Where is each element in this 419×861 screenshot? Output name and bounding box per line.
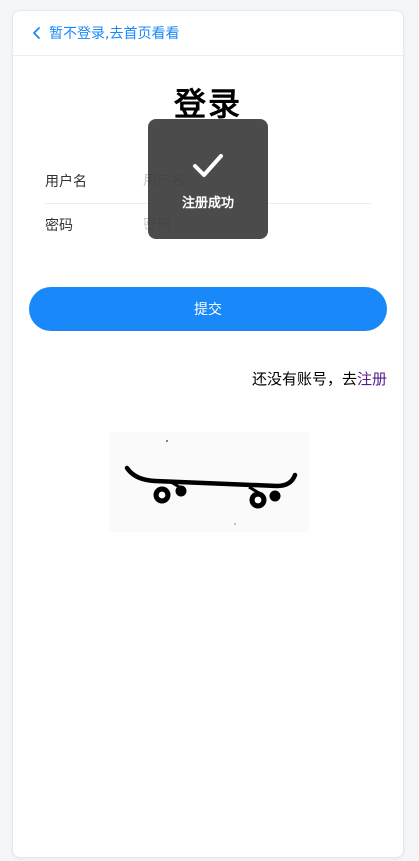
submit-button[interactable]: 提交 bbox=[29, 287, 387, 331]
username-label: 用户名 bbox=[45, 174, 87, 190]
register-prompt-text: 还没有账号，去 bbox=[251, 370, 357, 388]
success-toast: 注册成功 bbox=[148, 119, 268, 239]
register-link[interactable]: 注册 bbox=[357, 370, 387, 388]
nav-bar: 暂不登录,去首页看看 bbox=[13, 11, 403, 56]
app-frame: 暂不登录,去首页看看 登录 用户名 密码 提交 还没有账号，去注册 bbox=[12, 10, 404, 858]
password-label: 密码 bbox=[45, 218, 73, 234]
chevron-left-icon bbox=[33, 27, 40, 39]
back-to-home-link[interactable]: 暂不登录,去首页看看 bbox=[31, 23, 179, 43]
skateboard-image bbox=[109, 432, 309, 532]
back-to-home-label: 暂不登录,去首页看看 bbox=[49, 26, 180, 42]
register-prompt-row: 还没有账号，去注册 bbox=[252, 368, 387, 389]
toast-message: 注册成功 bbox=[181, 195, 234, 211]
check-icon bbox=[193, 153, 223, 177]
skateboard-icon bbox=[124, 440, 298, 525]
